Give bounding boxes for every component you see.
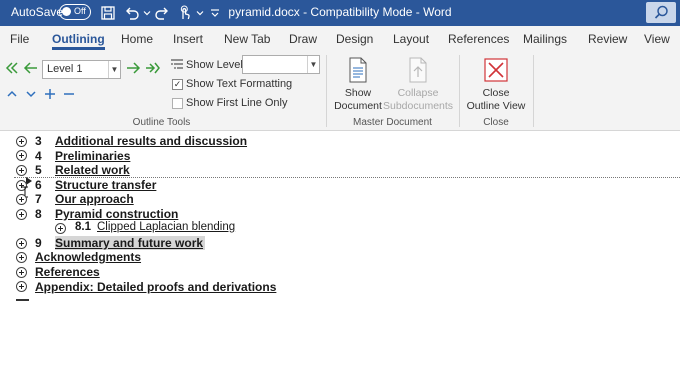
heading-number: 3: [35, 134, 42, 148]
master-document-group-label: Master Document: [353, 117, 432, 128]
chevron-up-icon: [7, 90, 17, 97]
close-icon: [484, 58, 508, 82]
close-outline-view-line1: Close: [482, 87, 510, 99]
expand-heading-icon[interactable]: [16, 281, 27, 292]
promote-to-heading-1-button[interactable]: [4, 61, 20, 78]
promote-button[interactable]: [23, 61, 39, 78]
outline-level-value: Level 1: [47, 63, 83, 75]
heading-number: 4: [35, 149, 42, 163]
double-right-arrow-icon: [146, 62, 160, 74]
heading-number: 8.1: [75, 221, 91, 233]
close-outline-view-line2: Outline View: [466, 100, 526, 112]
heading-number: 8: [35, 207, 42, 221]
heading-title: Clipped Laplacian blending: [97, 221, 236, 233]
tab-outlining[interactable]: Outlining: [52, 32, 105, 50]
tab-layout[interactable]: Layout: [393, 32, 429, 46]
expand-heading-icon[interactable]: [16, 136, 27, 147]
tab-insert[interactable]: Insert: [173, 32, 203, 46]
close-group-label: Close: [483, 117, 509, 128]
heading-title: Structure transfer: [55, 178, 157, 192]
move-down-button[interactable]: [25, 88, 37, 103]
show-document-line2: Document: [334, 100, 382, 112]
heading-title: Related work: [55, 163, 130, 177]
close-outline-view-button[interactable]: Close Outline View: [464, 55, 528, 115]
heading-title: Appendix: Detailed proofs and derivation…: [35, 280, 277, 294]
double-left-arrow-icon: [5, 62, 18, 74]
right-arrow-icon: [127, 62, 141, 74]
show-level-icon: [170, 57, 184, 74]
document-title: pyramid.docx - Compatibility Mode - Word: [228, 5, 452, 19]
document-icon: [349, 57, 367, 83]
tab-file[interactable]: File: [10, 32, 29, 46]
chevron-down-icon: ▼: [307, 56, 319, 73]
group-divider: [533, 55, 534, 127]
expand-button[interactable]: [44, 88, 56, 103]
title-bar: AutoSave Off pyramid.docx - Compatibilit…: [0, 0, 680, 26]
expand-heading-icon[interactable]: [55, 223, 66, 234]
expand-heading-icon[interactable]: [16, 267, 27, 278]
heading-number: 7: [35, 192, 42, 206]
heading-title: Pyramid construction: [55, 207, 179, 221]
heading-number: 5: [35, 163, 42, 177]
expand-heading-icon[interactable]: [16, 150, 27, 161]
left-arrow-icon: [23, 62, 37, 74]
show-level-dropdown[interactable]: ▼: [242, 55, 320, 74]
demote-to-body-text-button[interactable]: [144, 61, 160, 78]
outline-tools-group-label: Outline Tools: [132, 117, 191, 128]
heading-title: Preliminaries: [55, 149, 131, 163]
ribbon-tabs: File Outlining Home Insert New Tab Draw …: [0, 26, 680, 51]
tab-references[interactable]: References: [448, 32, 509, 46]
heading-number: 6: [35, 178, 42, 192]
heading-title: Additional results and discussion: [55, 134, 248, 148]
chevron-down-icon: ▼: [108, 61, 120, 78]
heading-title: Summary and future work: [55, 236, 206, 250]
tab-mailings[interactable]: Mailings: [523, 32, 567, 46]
end-of-document-marker: [16, 299, 29, 301]
collapse-button[interactable]: [63, 88, 75, 103]
tab-home[interactable]: Home: [121, 32, 153, 46]
heading-title: References: [35, 265, 100, 279]
tab-draw[interactable]: Draw: [289, 32, 317, 46]
expand-heading-icon[interactable]: [16, 209, 27, 220]
expand-heading-icon[interactable]: [16, 238, 27, 249]
tab-view[interactable]: View: [644, 32, 670, 46]
show-first-line-only-checkbox[interactable]: [172, 98, 183, 109]
show-document-button[interactable]: Show Document: [334, 55, 382, 115]
chevron-down-icon: [26, 91, 36, 98]
show-first-line-only-label: Show First Line Only: [186, 97, 288, 109]
tab-review[interactable]: Review: [588, 32, 627, 46]
document-area[interactable]: 3 Additional results and discussion 4 Pr…: [0, 132, 680, 386]
show-level-label: Show Level:: [186, 59, 246, 71]
demote-button[interactable]: [125, 61, 141, 78]
heading-title: Acknowledgments: [35, 250, 142, 264]
expand-heading-icon[interactable]: [16, 194, 27, 205]
collapse-document-icon: [409, 57, 427, 83]
collapse-subdocuments-button[interactable]: Collapse Subdocuments: [383, 55, 453, 115]
show-document-line1: Show: [344, 87, 372, 99]
show-text-formatting-checkbox[interactable]: ✓: [172, 79, 183, 90]
search-icon: [654, 5, 668, 19]
move-up-button[interactable]: [6, 88, 18, 103]
search-button[interactable]: [646, 2, 676, 23]
show-text-formatting-label: Show Text Formatting: [186, 78, 293, 90]
plus-icon: [45, 89, 55, 99]
ribbon: Level 1 ▼ Show Level: ▼ ✓ Show Text Form…: [0, 51, 680, 131]
collapse-subdocuments-line2: Subdocuments: [383, 100, 454, 112]
heading-title: Our approach: [55, 192, 134, 206]
tab-design[interactable]: Design: [336, 32, 373, 46]
collapse-subdocuments-line1: Collapse: [397, 87, 439, 99]
minus-icon: [64, 93, 74, 95]
expand-heading-icon[interactable]: [16, 252, 27, 263]
outline-level-dropdown[interactable]: Level 1 ▼: [42, 60, 121, 79]
heading-number: 9: [35, 236, 42, 250]
tab-new-tab[interactable]: New Tab: [224, 32, 270, 46]
